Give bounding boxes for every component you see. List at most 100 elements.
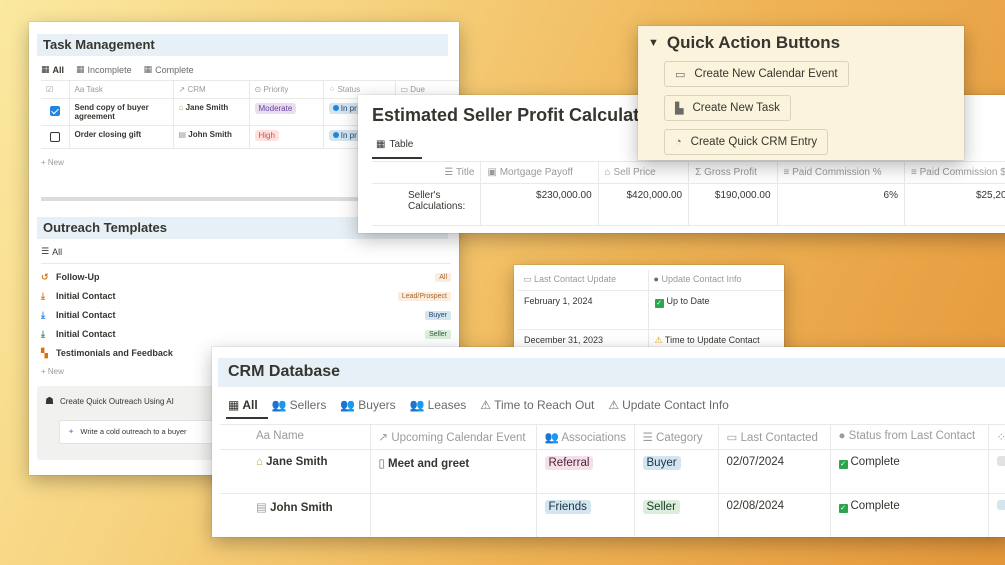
select-icon: ⊙ [254,85,262,94]
template-tag: Buyer [424,310,451,320]
quick-actions-panel: ▼ Quick Action Buttons ▭ Create New Calen… [638,26,964,160]
column-paid-commission-amt[interactable]: ≡ Paid Commission $ [904,161,1005,184]
download-icon: ⤓ [41,309,45,320]
column-status[interactable]: ● Status from Last Contact [830,424,989,450]
check-icon: ✓ [838,504,848,513]
tab-incomplete[interactable]: ▦ Incomplete [76,64,132,75]
contact-name[interactable]: Jane Smith [266,456,327,468]
table-row[interactable]: Seller's Calculations: $230,000.00 $420,… [372,183,1005,226]
quick-actions-header[interactable]: ▼ Quick Action Buttons [648,33,840,53]
column-crm[interactable]: ↗ CRM [173,80,250,99]
column-category[interactable]: ☰ Category [634,424,719,450]
tab-table[interactable]: ▦ Table [376,139,413,150]
list-item[interactable]: ↺ Follow-Up All [41,269,451,285]
create-crm-entry-button[interactable]: ◔ Create Quick CRM Entry [664,129,829,155]
crm-table-header: Aa Name ↗ Upcoming Calendar Event 👥 Asso… [220,424,1005,450]
info-icon: ● [838,430,846,442]
last-contacted-date[interactable]: 02/08/2024 [718,493,831,537]
task-crm[interactable]: Jane Smith [186,103,229,112]
outreach-tabs: ☰ All [41,246,62,257]
last-contact-date[interactable]: February 1, 2024 [518,290,649,330]
column-task[interactable]: Aa Task [69,80,174,99]
document-icon: ▯ [378,458,385,470]
text-type-icon: Aa [74,85,85,94]
table-row[interactable]: February 1, 2024 ✓ Up to Date [518,290,784,330]
formula-icon: ≡ [910,167,917,178]
people-icon: 👥 [409,398,425,412]
create-calendar-event-button[interactable]: ▭ Create New Calendar Event [664,61,849,87]
column-more[interactable]: ⁘ [988,424,1005,450]
sell-price-value[interactable]: $420,000.00 [598,183,690,226]
table-row[interactable]: ⌂ Jane Smith ▯ Meet and greet Referral B… [220,449,1005,494]
contact-status: Complete [850,500,900,512]
list-item[interactable]: ⤓ Initial Contact Buyer [41,307,451,323]
column-name[interactable]: Aa Name [220,424,371,450]
tab-underline [226,417,268,419]
column-associations[interactable]: 👥 Associations [536,424,635,450]
check-icon: ✓ [654,298,664,308]
page-icon: ▤ [256,502,267,514]
list-item[interactable]: ⤓ Initial Contact Seller [41,326,451,342]
column-update-contact-info[interactable]: ● Update Contact Info [648,270,784,291]
task-crm[interactable]: John Smith [188,130,232,139]
column-upcoming-event[interactable]: ↗ Upcoming Calendar Event [370,424,537,450]
tab-all[interactable]: ▦ All [41,64,64,75]
download-icon: ⤓ [41,328,45,339]
tab-time-to-reach-out[interactable]: ⚠ Time to Reach Out [480,398,594,412]
mortgage-payoff-value[interactable]: $230,000.00 [480,183,599,226]
priority-badge: High [254,130,279,141]
tab-leases[interactable]: 👥 Leases [410,398,467,412]
table-icon: ▦ [143,64,153,74]
text-type-icon: Aa [256,430,271,442]
warning-icon: ⚠ [608,398,620,412]
divider [41,263,451,264]
list-item[interactable]: ⤓ Initial Contact Lead/Prospect [41,288,451,304]
column-gross-profit[interactable]: Σ Gross Profit [688,161,778,184]
category-tag: Buyer [642,456,681,470]
create-task-button[interactable]: ▙ Create New Task [664,95,791,121]
new-task-button[interactable]: + New [41,158,64,167]
tab-sellers[interactable]: 👥 Sellers [272,398,327,412]
status-dot-icon [332,132,339,138]
column-last-contacted[interactable]: ▭ Last Contacted [718,424,831,450]
tab-all[interactable]: ▦ All [228,398,258,412]
task-checkbox[interactable] [49,132,60,142]
table-icon: ▦ [76,64,85,74]
column-mortgage-payoff[interactable]: ▣ Mortgage Payoff [480,161,599,184]
task-view-tabs: ▦ All ▦ Incomplete ▦ Complete [41,64,194,75]
new-template-button[interactable]: + New [41,367,64,376]
task-name[interactable]: Order closing gift [69,125,174,149]
page-icon: ▤ [178,130,187,139]
ai-outreach-label: Create Quick Outreach Using AI [59,397,174,406]
association-tag: Friends [544,500,591,514]
tab-underline [372,157,422,159]
task-management-title: Task Management [37,34,448,56]
column-title[interactable]: ☰ Title [372,161,482,184]
template-tag: Seller [425,329,451,339]
tab-update-contact-info[interactable]: ⚠ Update Contact Info [608,398,729,412]
column-sell-price[interactable]: ⌂ Sell Price [598,161,690,184]
tab-complete[interactable]: ▦ Complete [144,64,194,75]
crm-table: Aa Name ↗ Upcoming Calendar Event 👥 Asso… [220,424,1005,537]
upcoming-event[interactable] [370,493,537,537]
contact-name[interactable]: John Smith [270,502,333,514]
upcoming-event[interactable]: Meet and greet [388,458,469,470]
task-name[interactable]: Send copy of buyer agreement [69,98,174,126]
task-checkbox[interactable] [49,106,60,116]
table-row[interactable]: ▤ John Smith Friends Seller 02/08/2024 ✓… [220,493,1005,537]
column-last-contact-update[interactable]: ▭ Last Contact Update [518,270,649,291]
select-all-cell[interactable]: ☑ [41,80,70,99]
status-icon: ⁘ [328,85,336,94]
toggle-triangle-icon[interactable]: ▼ [648,37,659,49]
last-contacted-date[interactable]: 02/07/2024 [718,449,831,494]
crm-database-title: CRM Database [218,358,1005,387]
tab-all[interactable]: ☰ All [41,246,62,257]
tab-buyers[interactable]: 👥 Buyers [340,398,395,412]
calendar-icon: ▭ [675,68,686,81]
seller-profit-title: Estimated Seller Profit Calculatio [372,105,656,125]
column-priority[interactable]: ⊙ Priority [249,80,324,99]
column-paid-commission-pct[interactable]: ≡ Paid Commission % [777,161,905,184]
row-title[interactable]: Seller's Calculations: [372,183,482,226]
table-icon: ▦ [41,64,50,74]
list-icon: ☰ [642,432,653,444]
